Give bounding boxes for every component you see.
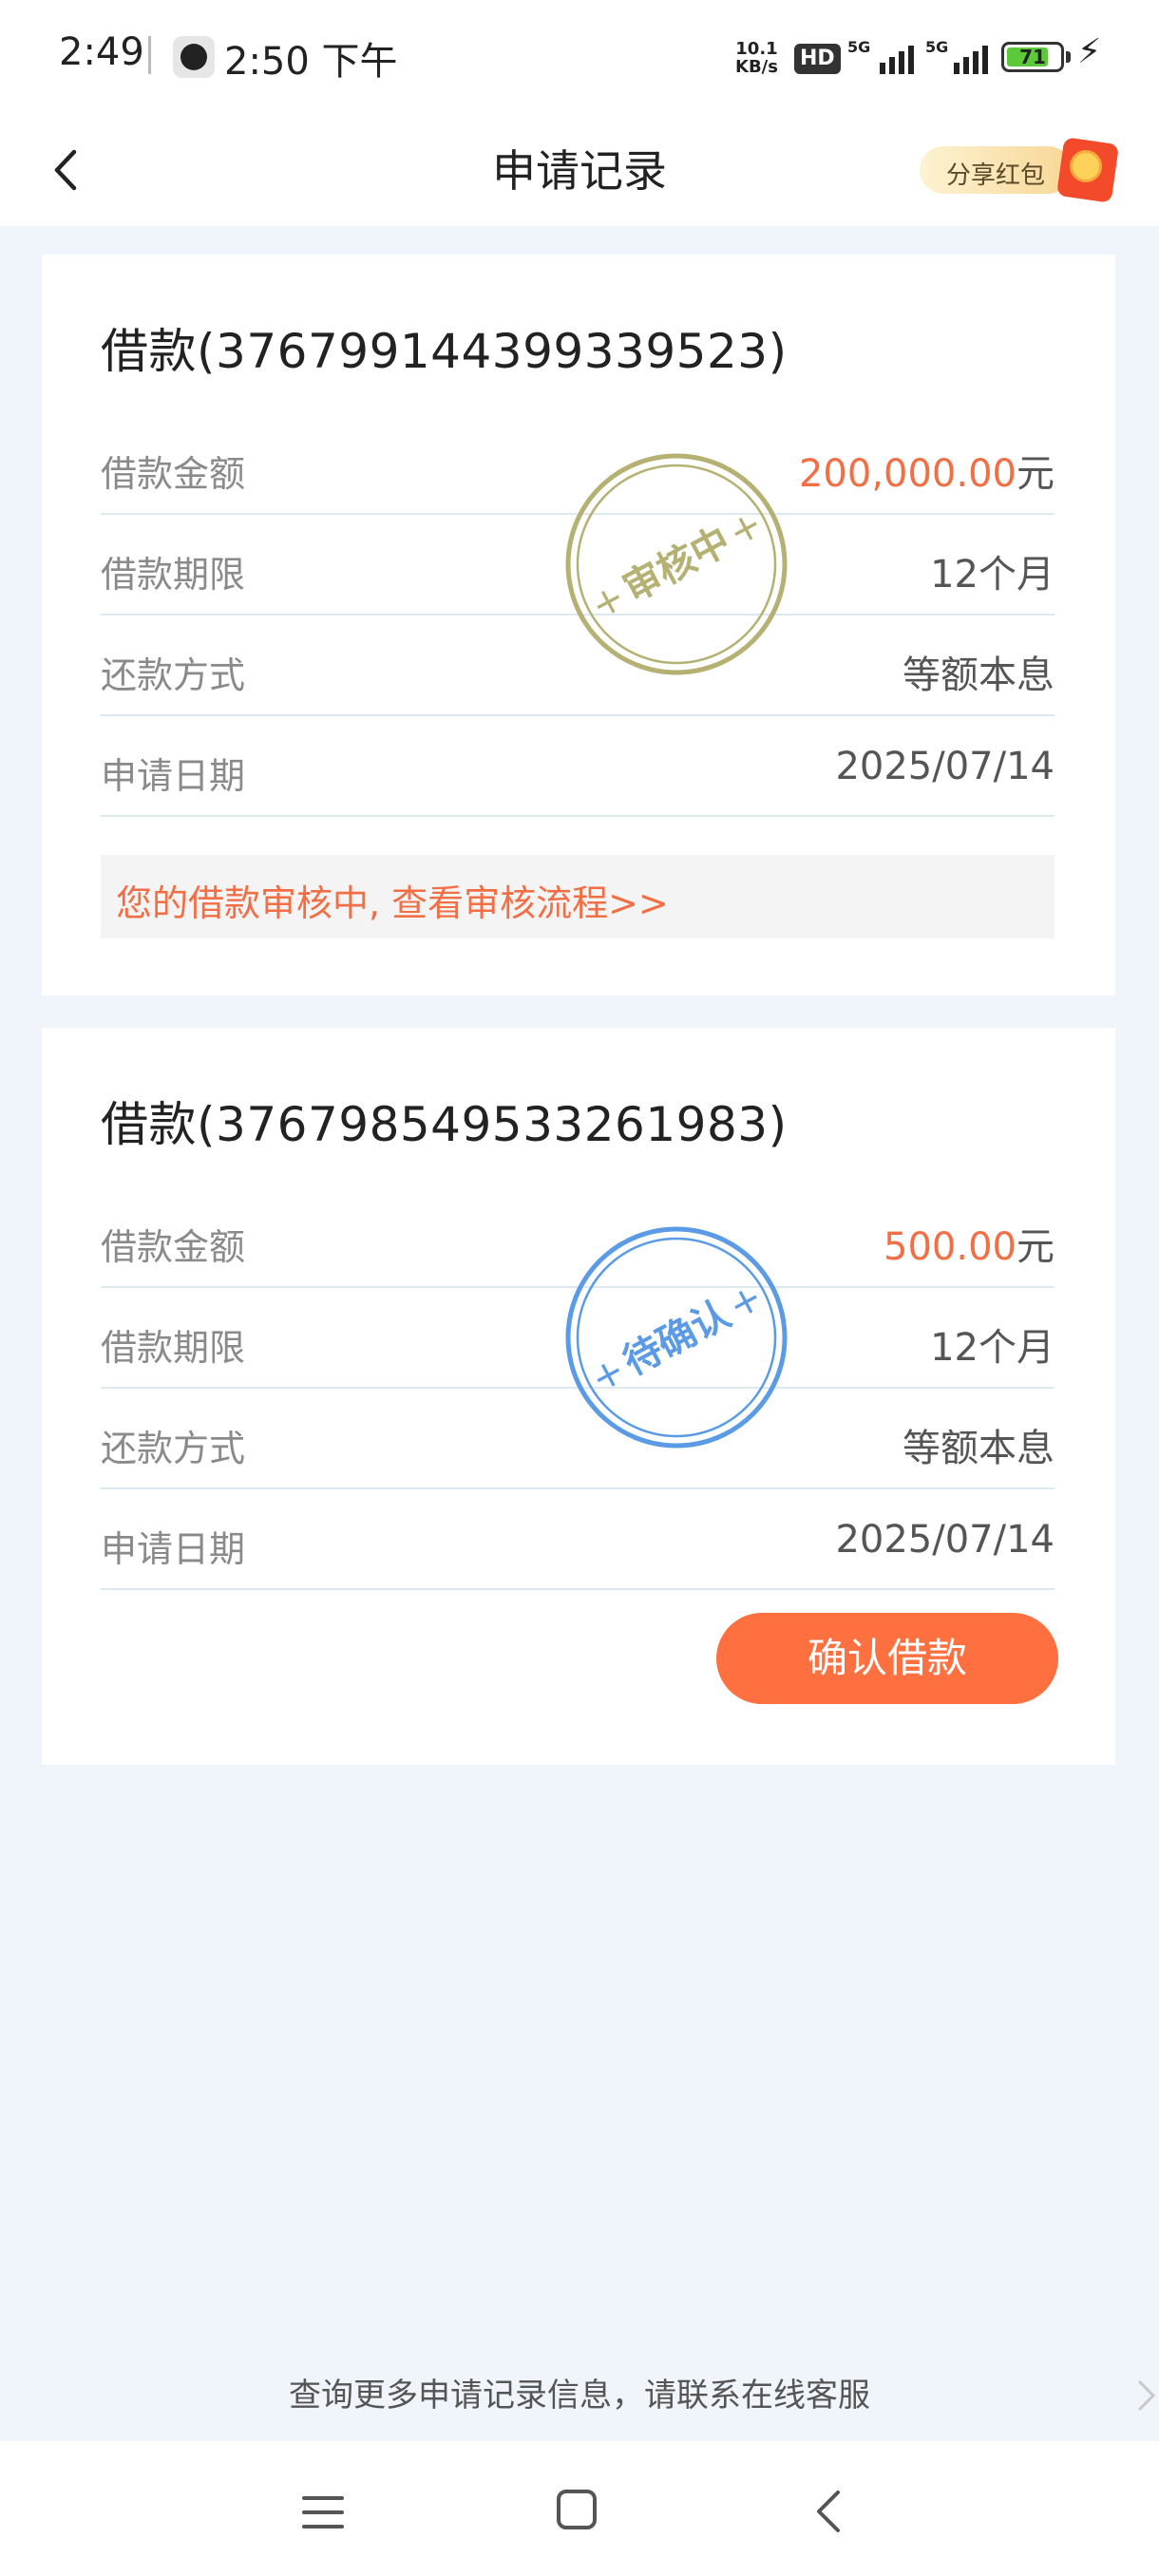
- signal-icon-sim1: 5G: [847, 38, 923, 76]
- term-label: 借款期限: [101, 1327, 246, 1369]
- coin-icon: [1070, 150, 1102, 182]
- term-value: 12个月: [930, 1326, 1054, 1370]
- status-stamp-pending: 待确认 + +: [564, 1225, 788, 1449]
- repayment-method-label: 还款方式: [101, 1428, 246, 1469]
- confirm-loan-button[interactable]: 确认借款: [716, 1613, 1058, 1704]
- amount-number: 200,000.00: [798, 452, 1016, 496]
- loan-title: 借款(376798549533261983): [101, 1097, 788, 1152]
- apply-date-label: 申请日期: [101, 755, 246, 797]
- apply-date-label: 申请日期: [101, 1528, 246, 1570]
- side-chevron-icon[interactable]: [1134, 2377, 1159, 2415]
- system-nav-bar: [0, 2441, 1159, 2576]
- signal-icon-sim2: 5G: [925, 38, 1001, 76]
- amount-label: 借款金额: [101, 1226, 246, 1268]
- apply-date-value: 2025/07/14: [835, 1518, 1054, 1562]
- hd-icon: HD: [794, 44, 841, 74]
- repayment-method-value: 等额本息: [902, 653, 1054, 697]
- loan-card: 借款(376799144399339523) 借款金额 200,000.00元 …: [42, 255, 1115, 995]
- amount-number: 500.00: [884, 1225, 1016, 1269]
- battery-icon: 71: [1001, 42, 1064, 72]
- share-red-packet-button[interactable]: 分享红包: [920, 137, 1120, 203]
- loan-card: 借款(376798549533261983) 借款金额 500.00元 借款期限…: [42, 1028, 1115, 1765]
- review-notice-link[interactable]: 您的借款审核中, 查看审核流程>>: [101, 855, 1054, 938]
- battery-percent: 71: [1019, 46, 1046, 68]
- amount-label: 借款金额: [101, 453, 246, 495]
- term-label: 借款期限: [101, 554, 246, 596]
- home-icon[interactable]: [556, 2489, 598, 2530]
- network-speed-value: 10.1: [735, 39, 778, 59]
- nav-header: 申请记录 分享红包: [0, 114, 1159, 226]
- network-speed: 10.1 KB/s: [735, 40, 778, 76]
- sim2-label: 5G: [925, 38, 949, 56]
- battery-nub: [1066, 51, 1071, 63]
- status-time: 2:49: [59, 30, 144, 74]
- repayment-method-label: 还款方式: [101, 654, 246, 696]
- stamp-text: 待确认: [617, 1292, 738, 1384]
- sim1-label: 5G: [847, 38, 871, 56]
- status-time-secondary: 2:50 下午: [224, 40, 398, 84]
- review-notice-text: 您的借款审核中, 查看审核流程>>: [116, 882, 669, 924]
- loan-title: 借款(376799144399339523): [101, 324, 788, 379]
- apply-date-value: 2025/07/14: [835, 745, 1054, 788]
- stamp-text: 审核中: [617, 519, 738, 611]
- amount-value: 500.00元: [884, 1216, 1054, 1271]
- footer-contact-note[interactable]: 查询更多申请记录信息，请联系在线客服: [0, 2369, 1159, 2415]
- charging-icon: ⚡: [1077, 32, 1102, 71]
- apply-date-row: 申请日期 2025/07/14: [101, 714, 1054, 817]
- status-bar: 2:49 2:50 下午 10.1 KB/s HD 5G 5G 71 ⚡: [0, 0, 1159, 114]
- clock-icon: [173, 36, 215, 78]
- amount-unit: 元: [1016, 1225, 1054, 1269]
- menu-icon[interactable]: [302, 2494, 344, 2530]
- term-value: 12个月: [930, 553, 1054, 597]
- status-divider: [148, 36, 151, 74]
- back-nav-icon[interactable]: [811, 2489, 846, 2534]
- network-speed-unit: KB/s: [735, 57, 778, 77]
- repayment-method-value: 等额本息: [902, 1427, 1054, 1470]
- share-label: 分享红包: [946, 161, 1046, 190]
- amount-value: 200,000.00元: [799, 443, 1054, 498]
- amount-unit: 元: [1016, 452, 1054, 496]
- status-stamp-reviewing: 审核中 + +: [564, 452, 788, 676]
- apply-date-row: 申请日期 2025/07/14: [101, 1487, 1054, 1590]
